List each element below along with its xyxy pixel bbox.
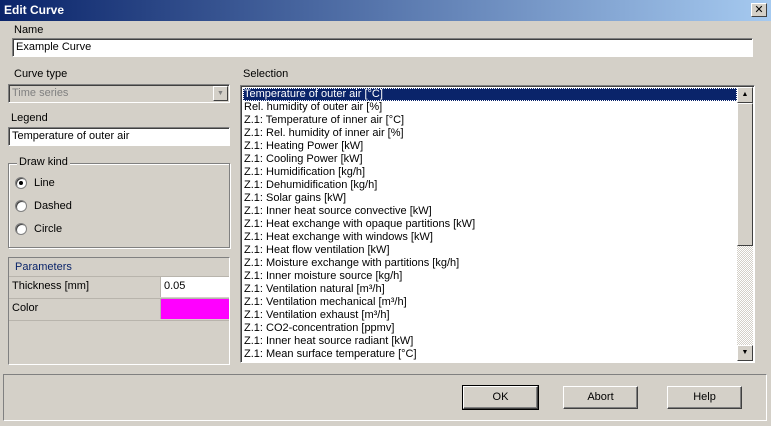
radio-circle[interactable]: Circle	[15, 222, 62, 236]
selection-label: Selection	[243, 68, 289, 80]
list-item[interactable]: Z.1: Temperature of inner air [°C]	[243, 114, 737, 127]
param-name: Color	[12, 302, 39, 314]
radio-unchecked-icon[interactable]	[15, 223, 27, 235]
list-item[interactable]: Z.1: Dehumidification [kg/h]	[243, 179, 737, 192]
param-row-thickness: Thickness [mm] 0.05	[9, 276, 229, 297]
legend-field[interactable]: Temperature of outer air	[8, 127, 230, 146]
parameters-grid: Parameters Thickness [mm] 0.05 Color	[8, 257, 230, 365]
scroll-down-icon[interactable]: ▼	[737, 345, 753, 361]
close-icon[interactable]: ✕	[751, 3, 767, 17]
list-item[interactable]: Rel. humidity of outer air [%]	[243, 101, 737, 114]
param-row-color: Color	[9, 298, 229, 319]
list-item[interactable]: Z.1: Heating Power [kW]	[243, 140, 737, 153]
name-field[interactable]: Example Curve	[12, 38, 753, 57]
draw-kind-group: Draw kind Line Dashed Circle	[8, 156, 230, 248]
param-divider	[9, 320, 229, 321]
radio-unchecked-icon[interactable]	[15, 200, 27, 212]
list-item[interactable]: Z.1: CO2-concentration [ppmv]	[243, 322, 737, 335]
radio-circle-label: Circle	[34, 223, 63, 235]
name-label: Name	[14, 24, 44, 36]
color-swatch[interactable]	[160, 299, 229, 319]
ok-button[interactable]: OK	[462, 385, 539, 410]
abort-button[interactable]: Abort	[563, 386, 638, 409]
radio-dashed-label: Dashed	[34, 200, 72, 212]
list-item[interactable]: Z.1: PMV [-]	[243, 361, 737, 362]
list-item[interactable]: Z.1: Moisture exchange with partitions […	[243, 257, 737, 270]
list-item[interactable]: Z.1: Ventilation natural [m³/h]	[243, 283, 737, 296]
legend-label: Legend	[11, 112, 48, 124]
list-item[interactable]: Z.1: Cooling Power [kW]	[243, 153, 737, 166]
curve-type-select[interactable]: Time series ▼	[8, 84, 230, 103]
list-item[interactable]: Z.1: Inner moisture source [kg/h]	[243, 270, 737, 283]
scroll-up-icon[interactable]: ▲	[737, 87, 753, 103]
button-panel	[3, 374, 767, 421]
radio-dashed[interactable]: Dashed	[15, 199, 72, 213]
list-item[interactable]: Z.1: Inner heat source radiant [kW]	[243, 335, 737, 348]
list-item[interactable]: Z.1: Ventilation exhaust [m³/h]	[243, 309, 737, 322]
curve-type-value: Time series	[12, 87, 69, 99]
list-item[interactable]: Z.1: Humidification [kg/h]	[243, 166, 737, 179]
radio-checked-icon[interactable]	[15, 177, 27, 189]
selection-list[interactable]: Temperature of outer air [°C] Rel. humidi…	[240, 85, 755, 363]
list-item[interactable]: Z.1: Heat flow ventilation [kW]	[243, 244, 737, 257]
list-item[interactable]: Z.1: Solar gains [kW]	[243, 192, 737, 205]
scrollbar-thumb[interactable]	[737, 103, 753, 246]
list-item[interactable]: Z.1: Rel. humidity of inner air [%]	[243, 127, 737, 140]
list-item[interactable]: Z.1: Ventilation mechanical [m³/h]	[243, 296, 737, 309]
list-item[interactable]: Z.1: Inner heat source convective [kW]	[243, 205, 737, 218]
list-item[interactable]: Temperature of outer air [°C]	[243, 88, 737, 101]
list-item[interactable]: Z.1: Mean surface temperature [°C]	[243, 348, 737, 361]
param-name: Thickness [mm]	[12, 280, 90, 292]
radio-line-label: Line	[34, 177, 55, 189]
curve-type-label: Curve type	[14, 68, 68, 80]
selection-items: Temperature of outer air [°C] Rel. humidi…	[243, 88, 737, 362]
list-item[interactable]: Z.1: Heat exchange with opaque partition…	[243, 218, 737, 231]
draw-kind-title: Draw kind	[17, 156, 70, 168]
radio-line[interactable]: Line	[15, 176, 55, 190]
vertical-scrollbar[interactable]: ▲ ▼	[737, 87, 753, 361]
list-item[interactable]: Z.1: Heat exchange with windows [kW]	[243, 231, 737, 244]
window-title: Edit Curve	[4, 3, 65, 17]
chevron-down-icon[interactable]: ▼	[213, 86, 228, 101]
thickness-input[interactable]: 0.05	[160, 277, 229, 297]
title-bar: Edit Curve ✕	[0, 0, 771, 21]
help-button[interactable]: Help	[667, 386, 742, 409]
parameters-title: Parameters	[15, 261, 72, 273]
